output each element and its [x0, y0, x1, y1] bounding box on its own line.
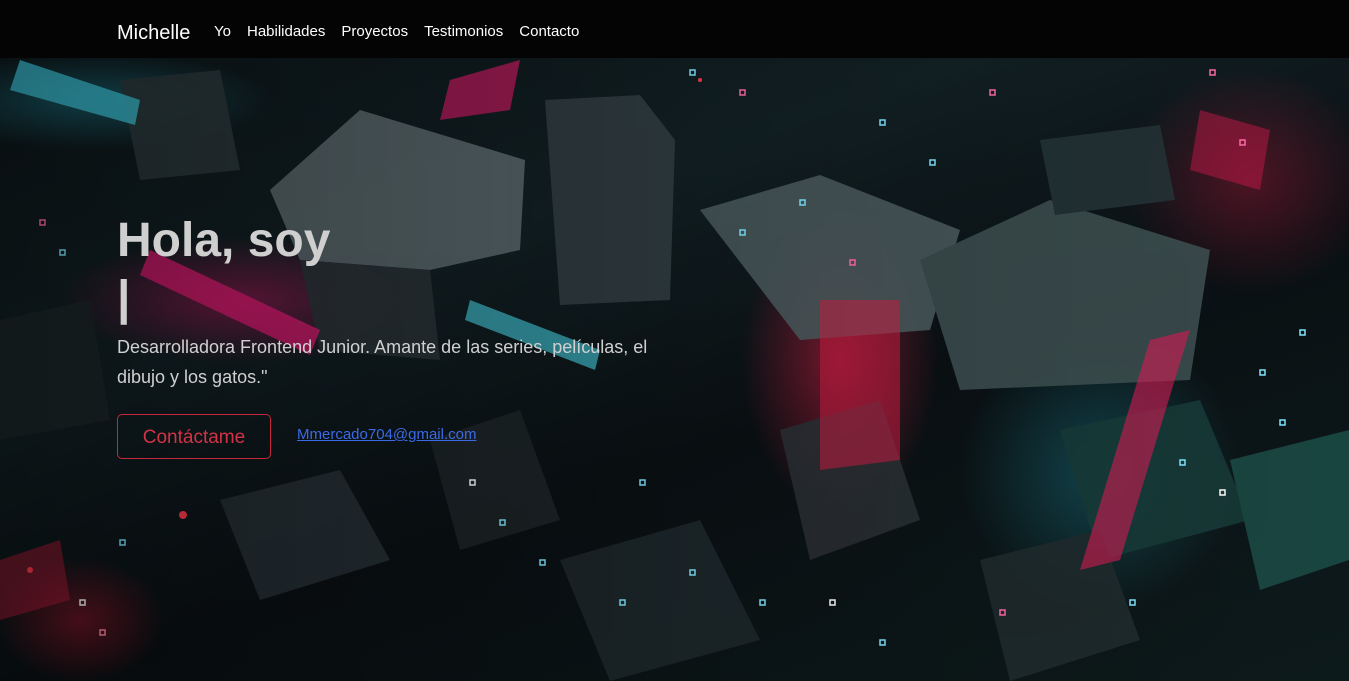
contact-button[interactable]: Contáctame	[117, 414, 271, 459]
top-navbar: Michelle Yo Habilidades Proyectos Testim…	[0, 0, 1349, 58]
hero-section: Hola, soy | Desarrolladora Frontend Juni…	[117, 212, 677, 459]
page: Michelle Yo Habilidades Proyectos Testim…	[0, 0, 1349, 681]
nav-link-contacto[interactable]: Contacto	[519, 22, 579, 42]
nav-link-yo[interactable]: Yo	[214, 22, 231, 42]
nav-link-testimonios[interactable]: Testimonios	[424, 22, 503, 42]
nav-links: Yo Habilidades Proyectos Testimonios Con…	[214, 22, 595, 42]
typing-cursor: |	[117, 272, 131, 325]
nav-link-habilidades[interactable]: Habilidades	[247, 22, 325, 42]
hero-title: Hola, soy	[117, 214, 331, 267]
brand-link[interactable]: Michelle	[117, 20, 190, 46]
hero-actions: Contáctame Mmercado704@gmail.com	[117, 414, 677, 459]
nav-link-proyectos[interactable]: Proyectos	[341, 22, 408, 42]
email-link[interactable]: Mmercado704@gmail.com	[297, 426, 476, 443]
hero-description: Desarrolladora Frontend Junior. Amante d…	[117, 337, 648, 387]
